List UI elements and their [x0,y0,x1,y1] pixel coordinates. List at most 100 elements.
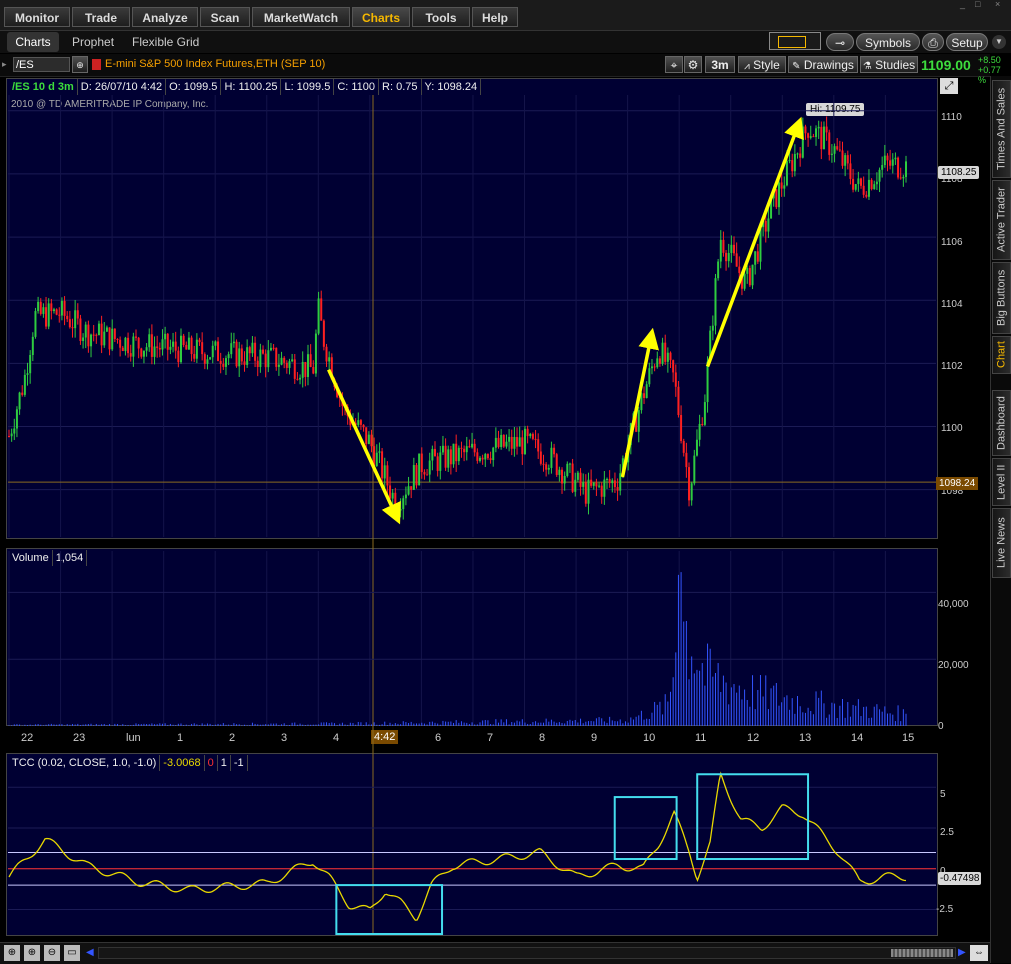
maximize-icon[interactable]: □ [975,0,989,9]
print-icon[interactable]: ⎙ [922,33,944,51]
volume-tick: 40,000 [938,599,969,610]
sidebar-tab-active-trader[interactable]: Active Trader [992,180,1011,260]
symbol-input[interactable]: /ES [13,57,70,72]
tcc-tick: 2.5 [940,827,954,838]
style-button[interactable]: ⩘ Style [738,56,786,73]
setup-button[interactable]: Setup [946,33,988,51]
nav-tab-analyze[interactable]: Analyze [132,7,198,27]
instrument-description: E-mini S&P 500 Index Futures,ETH (SEP 10… [105,58,326,70]
link-color-box[interactable] [769,32,821,50]
high-price-badge: Hi: 1109.75 [806,103,865,116]
sidebar-tab-level-ii[interactable]: Level II [992,458,1011,506]
nav-tab-tools[interactable]: Tools [412,7,470,27]
close-label: C: 1100 [334,79,380,95]
volume-panel[interactable]: Volume 1,054 [6,548,938,726]
tcc-zero-level: 0 [205,755,218,771]
volume-tick: 20,000 [938,660,969,671]
instrument-flag-icon [92,59,101,70]
symbol-lookup-icon[interactable]: ⊕ [72,56,88,73]
pencil-icon: ✎ [792,61,801,72]
cursor-price-badge: 1098.24 [936,477,979,490]
net-change: +8.50 [978,55,1001,65]
nav-tab-trade[interactable]: Trade [72,7,130,27]
nav-tab-charts[interactable]: Charts [352,7,410,27]
chart-toolbar: ▸ /ES ⊕ E-mini S&P 500 Index Futures,ETH… [0,54,1001,85]
main-nav-bar: Monitor Trade Analyze Scan MarketWatch C… [0,0,1011,31]
tcc-lower-level: -1 [231,755,248,771]
subtab-prophet[interactable]: Prophet [72,32,114,52]
open-label: O: 1099.5 [166,79,222,95]
sidebar-tab-big-buttons[interactable]: Big Buttons [992,262,1011,334]
subtab-flexible-grid[interactable]: Flexible Grid [132,32,199,52]
volume-value: 1,054 [53,550,88,566]
time-label: 14 [851,732,864,744]
time-label: 15 [902,732,915,744]
expand-horizontal-icon[interactable]: ⇔ [970,945,988,961]
nav-tab-help[interactable]: Help [472,7,518,27]
scrollbar-thumb[interactable] [891,949,953,957]
price-tick: 1102 [941,361,963,372]
reset-zoom-icon[interactable]: ▭ [64,945,80,961]
price-info-header: /ES 10 d 3m D: 26/07/10 4:42 O: 1099.5 H: 1… [9,79,482,95]
studies-label: Studies [875,58,916,72]
aggregation-button[interactable]: 3m [705,56,735,73]
zoom-out-icon[interactable]: ⊖ [44,945,60,961]
time-label: 11 [695,732,707,744]
cursor-y-label: Y: 1098.24 [422,79,482,95]
sidebar-tab-live-news[interactable]: Live News [992,508,1011,578]
volume-tick: 0 [938,721,944,732]
copyright-text: 2010 @ TD AMERITRADE IP Company, Inc. [11,99,209,110]
nav-tab-monitor[interactable]: Monitor [4,7,70,27]
link-icon[interactable]: ⊸ [826,33,854,51]
price-panel[interactable]: /ES 10 d 3m D: 26/07/10 4:42 O: 1099.5 H: 1… [6,78,938,539]
scroll-left-icon[interactable]: ◀ [86,947,94,958]
price-tick: 1100 [941,423,963,434]
tcc-value: -3.0068 [160,755,205,771]
chart-menu-icon[interactable]: ▸ [2,59,7,70]
sub-nav-bar: Charts Prophet Flexible Grid ⊸ Symbols ⎙… [0,31,1011,53]
volume-title: Volume [9,550,53,566]
minimize-icon[interactable]: _ [960,0,974,9]
tcc-panel[interactable]: TCC (0.02, CLOSE, 1.0, -1.0) -3.0068 0 1 -1 [6,753,938,936]
close-icon[interactable]: × [995,0,1009,9]
current-price-badge: 1108.25 [938,166,980,179]
nav-tab-scan[interactable]: Scan [200,7,250,27]
subtab-charts[interactable]: Charts [7,32,59,52]
tcc-title: TCC (0.02, CLOSE, 1.0, -1.0) [9,755,161,771]
crosshair-tool-icon[interactable]: ⌖ [665,56,683,73]
settings-tool-icon[interactable]: ⚙ [684,56,702,73]
low-label: L: 1099.5 [281,79,335,95]
sidebar-tab-times-and-sales[interactable]: Times And Sales [992,80,1011,178]
tcc-current-badge: -0.47498 [938,872,982,885]
time-label: 1 [177,732,184,744]
cursor-time-badge: 4:42 [371,730,399,744]
studies-button[interactable]: ⚗ Studies [860,56,918,73]
symbols-button[interactable]: Symbols [856,33,920,51]
time-label: 7 [487,732,494,744]
tcc-info-header: TCC (0.02, CLOSE, 1.0, -1.0) -3.0068 0 1 -1 [9,755,248,771]
scroll-right-icon[interactable]: ▶ [958,947,966,958]
tcc-upper-level: 1 [218,755,231,771]
tcc-tick: -2.5 [936,904,954,915]
tcc-tick: 5 [940,789,946,800]
time-label: 13 [799,732,812,744]
price-tick: 1106 [941,237,963,248]
high-label: H: 1100.25 [221,79,282,95]
chart-expand-icon[interactable]: ⤢ [940,78,958,94]
sidebar-tab-dashboard[interactable]: Dashboard [992,390,1011,456]
drawings-label: Drawings [803,58,854,72]
dropdown-arrow-icon[interactable]: ▼ [992,35,1006,49]
time-label: 3 [281,732,288,744]
nav-tab-marketwatch[interactable]: MarketWatch [252,7,350,27]
zoom-in-icon[interactable]: ⊕ [24,945,40,961]
drawings-button[interactable]: ✎ Drawings [788,56,858,73]
bottom-toolbar: ⊕ ⊕ ⊖ ▭ ◀ ▶ ⇔ [0,942,990,964]
price-tick: 1104 [941,299,963,310]
time-label: 9 [591,732,598,744]
horizontal-scrollbar[interactable] [98,947,956,959]
color-swatch [778,36,806,48]
time-label: 23 [73,732,86,744]
pan-icon[interactable]: ⊕ [4,945,20,961]
style-label: Style [753,58,780,72]
sidebar-tab-chart[interactable]: Chart [992,336,1011,374]
